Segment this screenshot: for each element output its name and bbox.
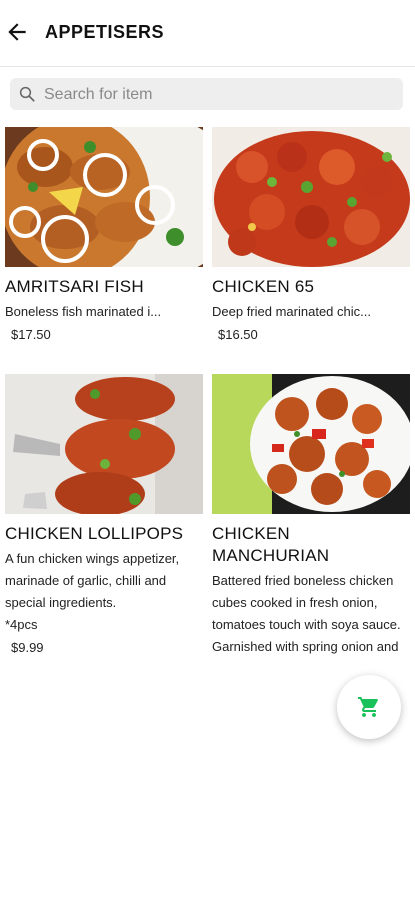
menu-item-card[interactable]: AMRITSARI FISH Boneless fish marinated i… — [5, 127, 203, 342]
food-image-chicken-65 — [212, 127, 410, 267]
menu-item-card[interactable]: CHICKEN MANCHURIAN Battered fried bonele… — [212, 374, 410, 658]
cart-button[interactable] — [337, 675, 401, 739]
food-image-amritsari-fish — [5, 127, 203, 267]
food-image-chicken-lollipops — [5, 374, 203, 514]
page-title: APPETISERS — [45, 22, 165, 42]
item-price: $9.99 — [11, 640, 44, 655]
item-description: Boneless fish marinated i... — [5, 304, 162, 319]
menu-item-card[interactable]: CHICKEN LOLLIPOPS A fun chicken wings ap… — [5, 374, 203, 655]
cart-icon — [358, 697, 378, 717]
item-name: CHICKEN LOLLIPOPS — [5, 524, 184, 543]
arrow-left-icon[interactable] — [4, 19, 30, 45]
item-name: AMRITSARI FISH — [5, 277, 144, 296]
search-bar[interactable] — [10, 78, 403, 110]
item-description: Deep fried marinated chic... — [212, 304, 371, 319]
app-bar: APPETISERS — [0, 0, 415, 67]
food-image-chicken-manchurian — [212, 374, 410, 514]
item-price: $16.50 — [218, 327, 258, 342]
item-description: A fun chicken wings appetizer, marinade … — [5, 551, 180, 610]
menu-item-card[interactable]: CHICKEN 65 Deep fried marinated chic... … — [212, 127, 410, 342]
search-icon — [19, 86, 35, 102]
item-name: CHICKEN MANCHURIAN — [212, 524, 330, 565]
item-name: CHICKEN 65 — [212, 277, 315, 296]
item-price: $17.50 — [11, 327, 51, 342]
search-input[interactable] — [42, 82, 396, 108]
item-description-note: *4pcs — [5, 617, 38, 632]
item-description: Battered fried boneless chicken cubes co… — [212, 573, 401, 654]
